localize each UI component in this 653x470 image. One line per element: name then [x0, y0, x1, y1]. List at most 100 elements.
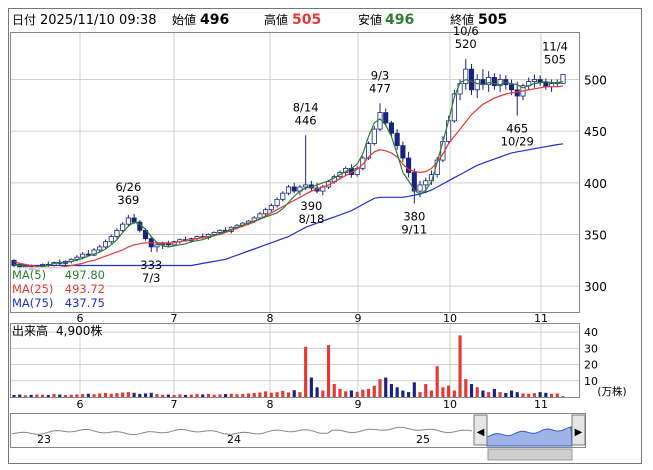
volume-bar — [126, 392, 130, 397]
volume-bar — [63, 395, 68, 397]
volume-bar — [292, 390, 296, 397]
price-y-tick: 450 — [584, 125, 607, 139]
volume-bar — [326, 345, 331, 397]
volume-bar — [35, 394, 39, 397]
high-value: 505 — [292, 12, 321, 28]
candle-down — [400, 145, 406, 159]
volume-bar — [161, 394, 165, 397]
close-value: 505 — [478, 12, 507, 28]
volume-bar — [92, 394, 96, 397]
annotation-line1: 390 — [300, 199, 322, 213]
annotation-line1: 6/26 — [115, 180, 141, 194]
annotation-line1: 380 — [403, 210, 425, 224]
volume-bar — [281, 390, 285, 397]
volume-bar — [332, 384, 336, 397]
candle-down — [468, 68, 475, 91]
overview-navigator[interactable]: 23 24 25 ◀ ▶ — [10, 413, 586, 461]
volume-bar — [46, 395, 50, 397]
candle-up — [80, 253, 86, 258]
candle-down — [514, 89, 520, 97]
annotation-line2: 520 — [455, 37, 477, 51]
volume-bar — [412, 382, 416, 397]
volume-bar — [469, 384, 474, 397]
volume-bar — [549, 393, 554, 397]
volume-bar — [424, 384, 428, 397]
candle-down — [165, 243, 171, 246]
candle-down — [508, 84, 515, 91]
volume-bar — [166, 394, 170, 397]
ma-legend: MA(5) 497.80 MA(25) 493.72 MA(75) 437.75 — [11, 267, 106, 311]
volume-y-tick-labels: 10 20 30 40 — [584, 326, 598, 388]
overview-label-23: 23 — [37, 433, 51, 446]
candle-up — [463, 68, 469, 85]
volume-bar — [504, 392, 508, 397]
open-value: 496 — [200, 12, 229, 28]
candle-up — [108, 236, 114, 243]
volume-bar — [527, 393, 531, 397]
candle-up — [263, 209, 269, 215]
annotation-line1: 11/4 — [542, 39, 568, 53]
ma5-legend-name: MA(5) — [12, 268, 46, 282]
price-y-tick: 500 — [584, 74, 607, 88]
volume-bar — [12, 395, 16, 397]
annotation-line1: 333 — [140, 258, 162, 272]
volume-y-tick: 40 — [584, 326, 598, 339]
volume-bar — [338, 388, 342, 397]
volume-bar — [361, 389, 365, 397]
volume-bar — [441, 387, 445, 397]
volume-bar — [264, 391, 268, 397]
volume-bar — [81, 394, 85, 397]
volume-bar — [18, 394, 22, 397]
volume-y-tick: 10 — [584, 375, 598, 388]
volume-bar — [252, 392, 256, 397]
volume-bar — [241, 393, 245, 397]
candle-down — [383, 112, 389, 124]
volume-bar — [304, 346, 308, 397]
volume-bar — [389, 384, 394, 397]
volume-bar — [195, 394, 199, 397]
volume-bar — [98, 393, 102, 397]
volume-bar — [395, 387, 399, 397]
candle-up — [285, 186, 292, 194]
volume-bar — [298, 392, 302, 397]
candle-up — [531, 79, 537, 82]
volume-bar — [538, 392, 542, 397]
annotation-line2: 505 — [544, 52, 566, 66]
annotation-line1: 8/14 — [293, 100, 319, 114]
candle-up — [417, 184, 423, 192]
candle-up — [114, 229, 120, 237]
volume-bar — [201, 394, 205, 397]
volume-bar — [149, 392, 153, 397]
overview-label-24: 24 — [227, 433, 241, 446]
volume-bar — [401, 390, 405, 397]
price-y-tick: 300 — [584, 280, 607, 294]
volume-title: 出来高 — [12, 323, 48, 338]
volume-x-tick: 8 — [267, 398, 274, 411]
volume-bar — [321, 390, 325, 397]
volume-bar — [487, 392, 491, 397]
annotation-line2: 369 — [117, 193, 139, 207]
volume-bar — [103, 392, 108, 397]
chevron-right-icon: ▶ — [575, 427, 583, 438]
volume-bar — [521, 393, 525, 397]
low-label: 安値 — [358, 12, 382, 27]
volume-bar — [258, 392, 262, 397]
volume-bar — [407, 392, 411, 397]
volume-bar — [561, 396, 565, 397]
volume-bar — [23, 395, 28, 397]
overview-scrollbar-thumb[interactable] — [487, 448, 573, 461]
volume-panel: 10 20 30 40 6 7 8 9 10 11 出来高 4,900株 (万株) — [10, 323, 627, 411]
candle-up — [97, 246, 103, 251]
volume-bar — [86, 393, 90, 397]
candle-up — [120, 223, 126, 231]
volume-bar — [555, 393, 559, 397]
volume-bar — [52, 394, 56, 397]
volume-bar — [75, 394, 79, 397]
candle-down — [291, 186, 297, 192]
volume-x-tick: 7 — [171, 398, 178, 411]
volume-bar — [309, 377, 313, 397]
volume-bar — [29, 394, 33, 397]
header: 日付 2025/11/10 09:38 始値 496 高値 505 安値 496… — [12, 12, 507, 28]
volume-bar — [515, 392, 519, 397]
volume-bar — [452, 390, 456, 397]
